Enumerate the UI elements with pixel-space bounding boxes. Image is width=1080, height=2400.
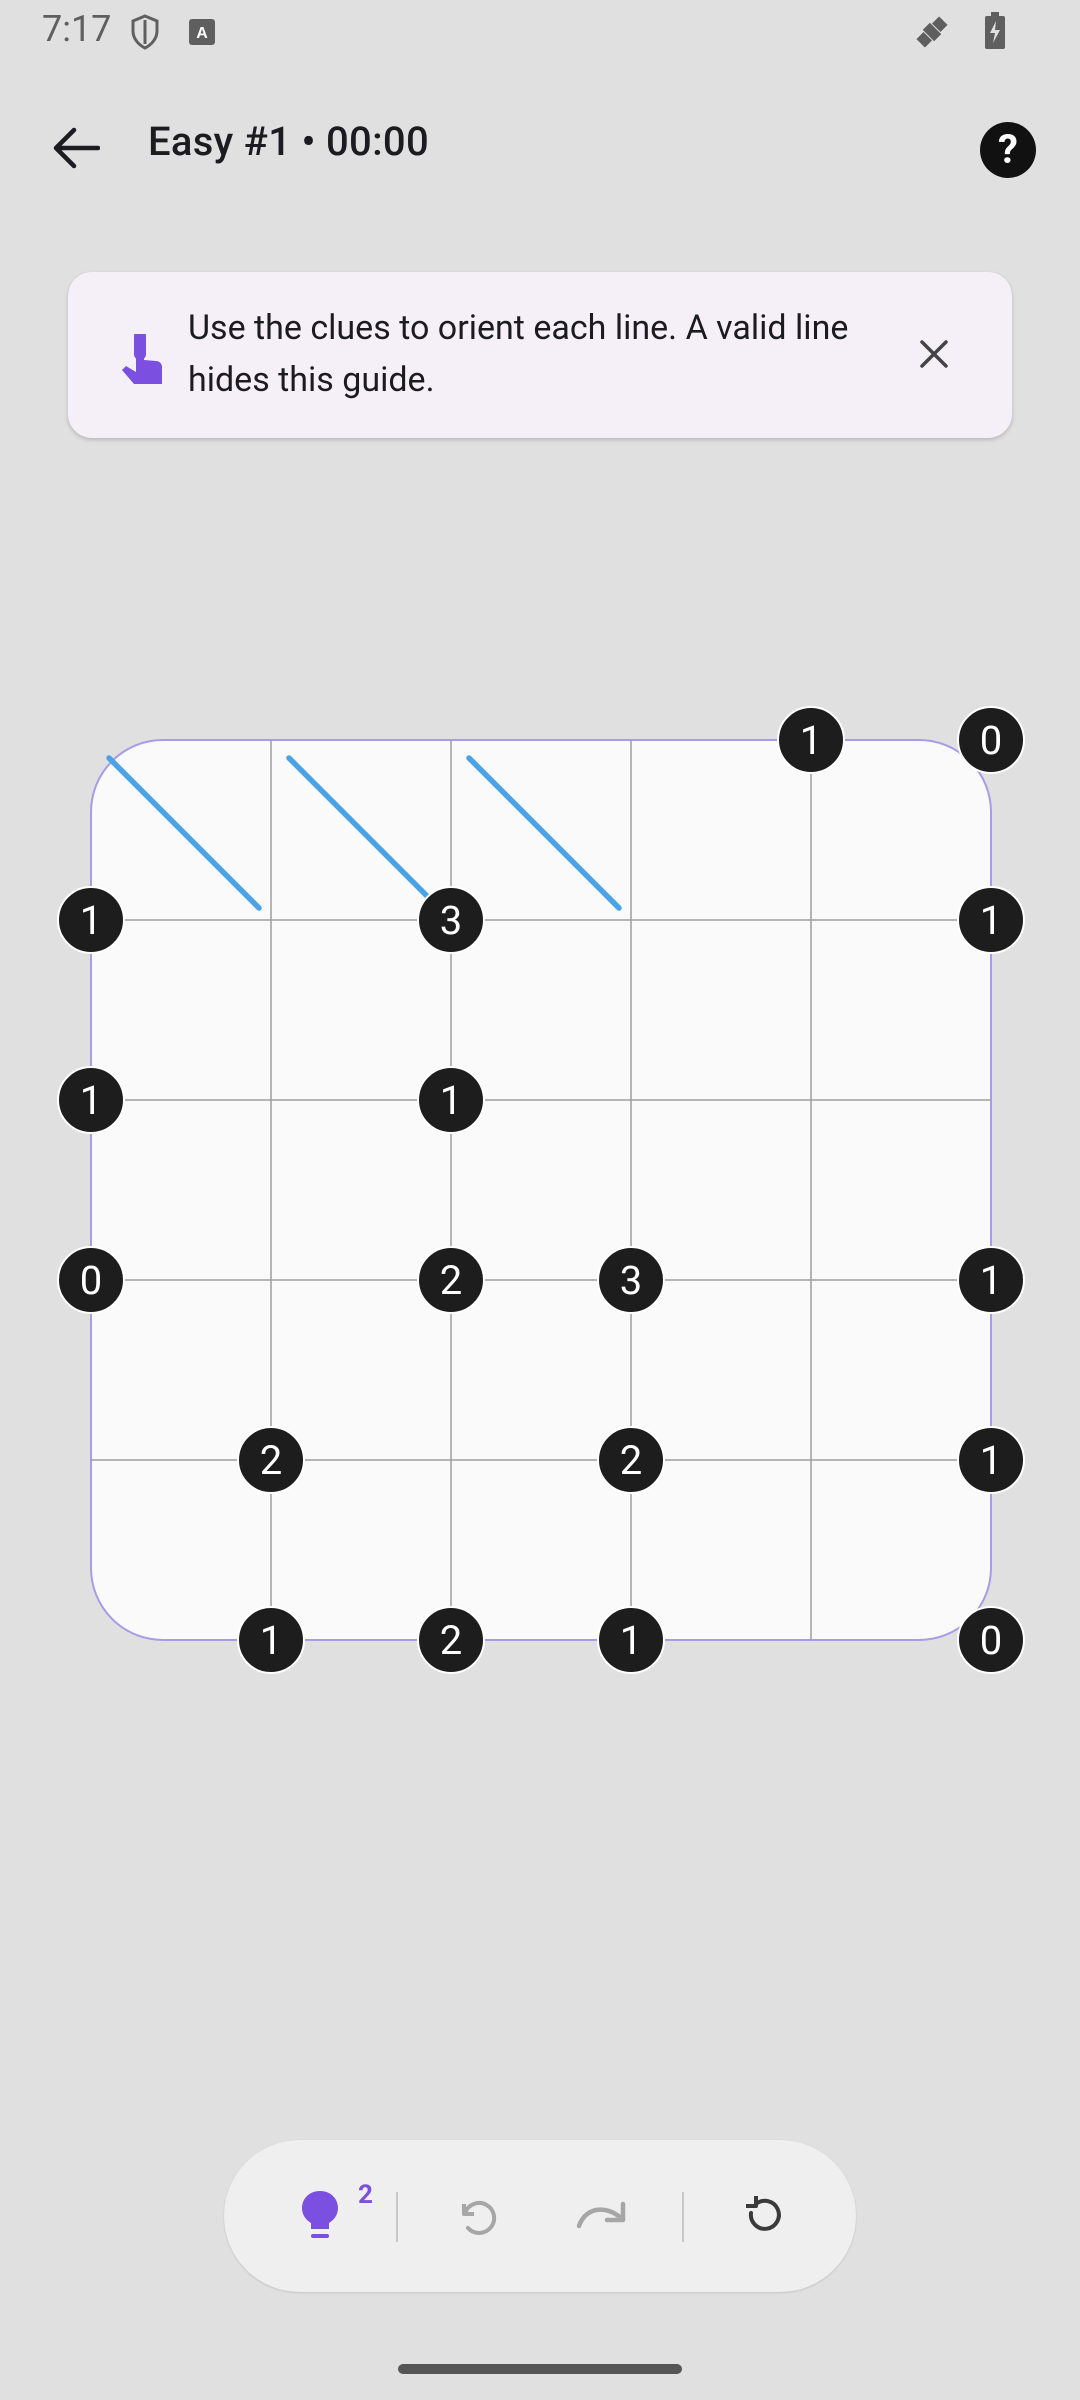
page-title: Easy #1 • 00:00 (148, 118, 429, 165)
battery-charging-icon (984, 12, 1006, 54)
clue-number: 2 (597, 1426, 665, 1494)
close-guide-button[interactable] (908, 328, 960, 380)
hint-button[interactable] (282, 2178, 358, 2254)
redo-button[interactable] (564, 2178, 640, 2254)
back-button[interactable] (40, 120, 112, 176)
clue-number: 0 (957, 1606, 1025, 1674)
undo-button[interactable] (438, 2178, 514, 2254)
lightbulb-icon (302, 2191, 338, 2238)
clue-number: 3 (417, 886, 485, 954)
close-icon (920, 340, 948, 368)
keyboard-a-icon: A (188, 18, 216, 50)
toolbar-divider (396, 2192, 398, 2242)
clue-number: 1 (417, 1066, 485, 1134)
status-time: 7:17 (42, 8, 112, 50)
slant-line[interactable] (106, 755, 262, 911)
arrow-back-icon (53, 127, 100, 169)
clue-number: 1 (57, 1066, 125, 1134)
undo-icon (462, 2200, 497, 2235)
hint-count-badge: 2 (358, 2180, 373, 2210)
clue-number: 1 (957, 1426, 1025, 1494)
home-indicator[interactable] (398, 2364, 682, 2374)
clue-number: 1 (597, 1606, 665, 1674)
svg-text:A: A (196, 25, 208, 42)
slant-line[interactable] (286, 755, 442, 911)
clue-number: 1 (777, 706, 845, 774)
top-app-bar: Easy #1 • 00:00 ? (0, 100, 1080, 196)
clue-number: 2 (417, 1246, 485, 1314)
toolbar-divider (682, 2192, 684, 2242)
status-bar: 7:17 A (0, 0, 1080, 64)
touch-hand-icon (122, 334, 162, 384)
redo-icon (576, 2201, 626, 2229)
clue-number: 0 (957, 706, 1025, 774)
restart-icon (746, 2196, 781, 2231)
clue-number: 1 (237, 1606, 305, 1674)
clue-number: 3 (597, 1246, 665, 1314)
satellite-icon (912, 12, 952, 56)
slant-line[interactable] (466, 755, 622, 911)
guide-card: Use the clues to orient each line. A val… (68, 272, 1012, 438)
bottom-toolbar: 2 (224, 2140, 856, 2292)
clue-number: 2 (237, 1426, 305, 1494)
question-mark-icon: ? (998, 126, 1018, 173)
board-background (90, 739, 992, 1641)
help-button[interactable]: ? (980, 122, 1036, 178)
clue-number: 0 (57, 1246, 125, 1314)
clue-number: 1 (57, 886, 125, 954)
vpn-shield-icon (130, 14, 160, 54)
clue-number: 1 (957, 886, 1025, 954)
clue-number: 1 (957, 1246, 1025, 1314)
reset-button[interactable] (724, 2178, 800, 2254)
guide-text: Use the clues to orient each line. A val… (188, 308, 849, 400)
clue-number: 2 (417, 1606, 485, 1674)
